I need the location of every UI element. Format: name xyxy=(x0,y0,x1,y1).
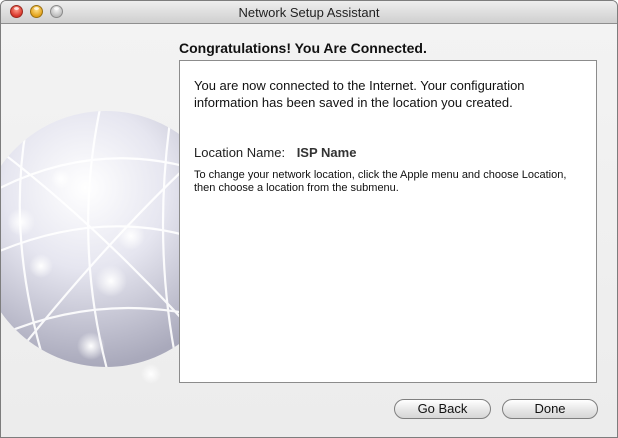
help-text: To change your network location, click t… xyxy=(194,169,567,194)
assistant-window: Network Setup Assistant Congratulations!… xyxy=(0,0,618,438)
assistant-content: Congratulations! You Are Connected. You … xyxy=(1,24,617,437)
location-name-label: Location Name: xyxy=(194,145,286,160)
location-row: Location Name: ISP Name xyxy=(194,145,356,160)
title-bar[interactable]: Network Setup Assistant xyxy=(1,1,617,24)
window-title: Network Setup Assistant xyxy=(238,5,380,20)
info-panel: You are now connected to the Internet. Y… xyxy=(179,60,597,383)
go-back-button[interactable]: Go Back xyxy=(394,399,491,419)
location-name-value: ISP Name xyxy=(296,145,357,160)
done-button[interactable]: Done xyxy=(502,399,598,419)
connection-message: You are now connected to the Internet. Y… xyxy=(194,78,525,110)
page-heading: Congratulations! You Are Connected. xyxy=(179,40,427,56)
